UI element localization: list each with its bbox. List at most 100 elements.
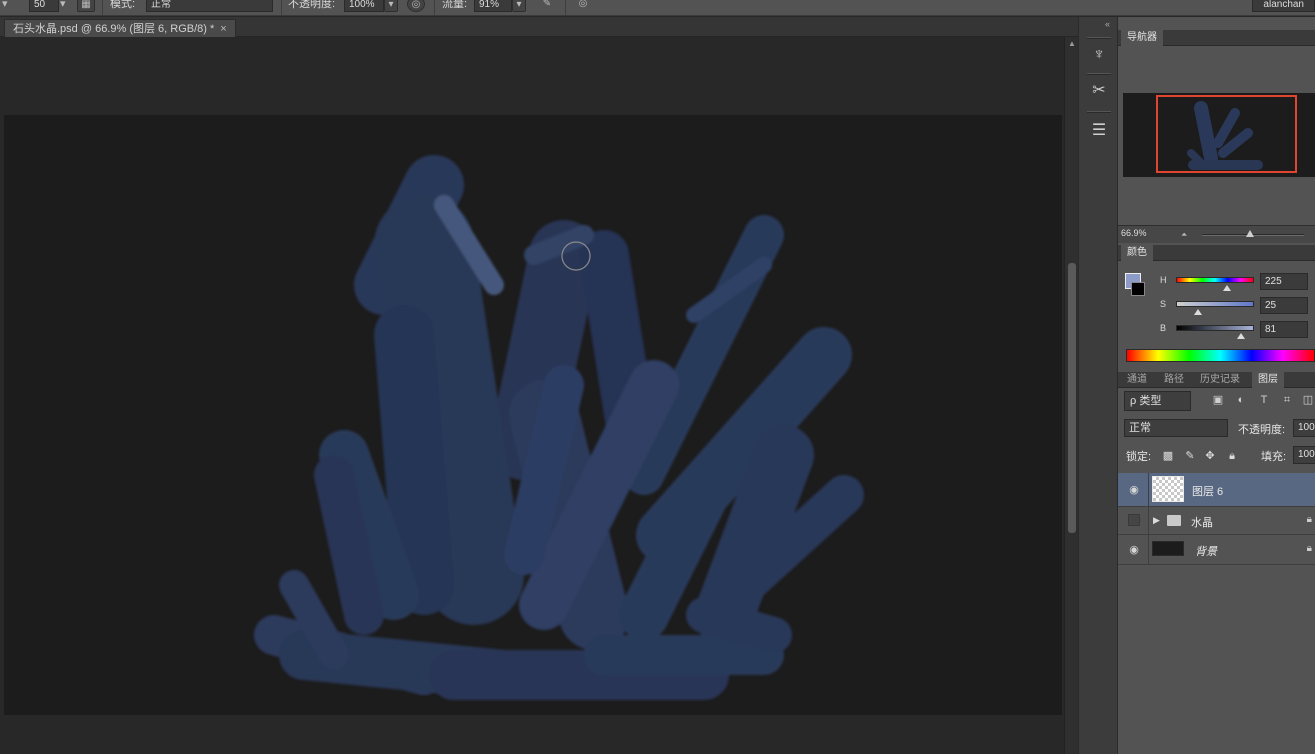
hue-slider-row: H 225 bbox=[1156, 273, 1315, 293]
partial-lock-icon: 🔒︎ bbox=[1306, 514, 1312, 525]
layer-divider bbox=[1148, 535, 1149, 564]
folder-icon bbox=[1167, 515, 1181, 526]
flow-label: 流量: bbox=[442, 0, 468, 10]
layer-thumbnail bbox=[1152, 541, 1184, 556]
document-canvas[interactable] bbox=[4, 115, 1062, 715]
hue-label: H bbox=[1160, 275, 1167, 285]
panel-dock-icons: « ♆ ✂ ☰ bbox=[1078, 17, 1118, 754]
flow-dropdown-icon[interactable]: ▾ bbox=[512, 0, 526, 12]
tab-paths[interactable]: 路径 bbox=[1158, 372, 1190, 388]
pressure-opacity-icon[interactable]: ◎ bbox=[407, 0, 425, 12]
pressure-size-icon[interactable]: ◎ bbox=[574, 0, 592, 12]
navigator-zoom-row: 66.9% ⏶ bbox=[1118, 225, 1315, 243]
canvas-area[interactable] bbox=[0, 37, 1064, 754]
expand-arrow-icon[interactable]: ▶ bbox=[1153, 515, 1160, 526]
options-bar: ▾ 50 ▾ ▦ 模式: 正常 不透明度: 100% ▾ ◎ 流量: 91% ▾… bbox=[0, 0, 1315, 16]
layer-row-crystal-group[interactable]: ▶ 水晶 🔒︎ bbox=[1118, 507, 1315, 535]
layer-row-layer6[interactable]: ◉ 图层 6 bbox=[1118, 473, 1315, 507]
brush-panel-icon[interactable]: ▦ bbox=[77, 0, 95, 12]
saturation-slider-row: S 25 bbox=[1156, 297, 1315, 317]
navigator-view-frame[interactable] bbox=[1156, 95, 1297, 173]
tool-preset-arrow-icon[interactable]: ▾ bbox=[2, 0, 8, 12]
collapse-panels-icon[interactable]: « bbox=[1105, 19, 1110, 29]
saturation-label: S bbox=[1160, 299, 1167, 309]
layer-divider bbox=[1148, 507, 1149, 534]
image-filter-icon[interactable]: ▣ bbox=[1211, 393, 1225, 407]
mode-label: 模式: bbox=[110, 0, 136, 10]
tab-navigator[interactable]: 导航器 bbox=[1121, 30, 1163, 46]
scroll-thumb[interactable] bbox=[1068, 263, 1076, 533]
lock-transparency-icon[interactable]: ▩ bbox=[1161, 449, 1175, 463]
zoom-value[interactable]: 66.9% bbox=[1121, 228, 1147, 238]
layer-thumbnail bbox=[1152, 476, 1184, 502]
visibility-toggle-empty[interactable] bbox=[1128, 514, 1140, 526]
document-title: 石头水晶.psd @ 66.9% (图层 6, RGB/8) * bbox=[13, 23, 215, 35]
layer-filter-select[interactable]: ρ 类型 bbox=[1124, 391, 1191, 411]
mode-select[interactable]: 正常 bbox=[146, 0, 273, 12]
fill-field[interactable]: 100% bbox=[1293, 446, 1315, 464]
user-account-badge[interactable]: alanchan bbox=[1252, 0, 1315, 12]
adjustment-filter-icon[interactable]: ◐ bbox=[1234, 393, 1248, 407]
brush-size-dropdown-icon[interactable]: ▾ bbox=[60, 0, 66, 12]
smart-object-filter-icon[interactable]: ◫ bbox=[1301, 393, 1315, 407]
zoom-slider-knob[interactable] bbox=[1246, 230, 1254, 237]
tab-history[interactable]: 历史记录 bbox=[1194, 372, 1246, 388]
saturation-slider[interactable] bbox=[1176, 301, 1254, 307]
layers-panel-header: 通道 路径 历史记录 图层 bbox=[1118, 372, 1315, 388]
close-tab-icon[interactable]: × bbox=[220, 23, 226, 35]
layer-row-background[interactable]: ◉ 背景 🔒︎ bbox=[1118, 535, 1315, 565]
document-tab[interactable]: 石头水晶.psd @ 66.9% (图层 6, RGB/8) * × bbox=[4, 19, 236, 37]
color-panel-header: 颜色 bbox=[1118, 245, 1315, 261]
visibility-eye-icon[interactable]: ◉ bbox=[1127, 543, 1141, 557]
brightness-label: B bbox=[1160, 323, 1167, 333]
color-spectrum-ramp[interactable] bbox=[1126, 349, 1315, 362]
tab-layers[interactable]: 图层 bbox=[1252, 372, 1284, 388]
brightness-slider[interactable] bbox=[1176, 325, 1254, 331]
layer-name: 背景 bbox=[1195, 546, 1217, 558]
zoom-out-icon[interactable]: ⏶ bbox=[1181, 230, 1191, 239]
layer-opacity-field[interactable]: 100% bbox=[1293, 419, 1315, 437]
hue-slider[interactable] bbox=[1176, 277, 1254, 283]
lock-all-icon[interactable]: 🔒︎ bbox=[1225, 449, 1239, 463]
scroll-up-icon[interactable]: ▲ bbox=[1067, 39, 1077, 49]
lock-position-icon[interactable]: ✥ bbox=[1203, 449, 1217, 463]
brightness-knob[interactable] bbox=[1237, 333, 1245, 339]
layer-divider bbox=[1148, 473, 1149, 506]
dock-grip[interactable] bbox=[1087, 37, 1111, 39]
separator bbox=[434, 0, 435, 15]
type-filter-icon[interactable]: T bbox=[1257, 393, 1271, 407]
visibility-eye-icon[interactable]: ◉ bbox=[1127, 483, 1141, 497]
dock-grip[interactable] bbox=[1087, 111, 1111, 113]
lock-label: 锁定: bbox=[1126, 451, 1152, 463]
separator bbox=[565, 0, 566, 15]
saturation-value[interactable]: 25 bbox=[1260, 297, 1308, 314]
brush-size-field[interactable]: 50 bbox=[29, 0, 59, 12]
shape-filter-icon[interactable]: ⌗ bbox=[1280, 393, 1294, 407]
separator bbox=[102, 0, 103, 15]
opacity-field[interactable]: 100% bbox=[344, 0, 384, 12]
background-color-swatch[interactable] bbox=[1131, 282, 1145, 296]
blend-mode-select[interactable]: 正常 bbox=[1124, 419, 1228, 437]
fill-label: 填充: bbox=[1261, 451, 1287, 463]
airbrush-icon[interactable]: ✎ bbox=[538, 0, 556, 12]
hue-knob[interactable] bbox=[1223, 285, 1231, 291]
hue-value[interactable]: 225 bbox=[1260, 273, 1308, 290]
brightness-slider-row: B 81 bbox=[1156, 321, 1315, 341]
navigator-preview[interactable] bbox=[1123, 93, 1315, 177]
vertical-scrollbar[interactable]: ▲ bbox=[1064, 37, 1078, 754]
dock-grip[interactable] bbox=[1087, 73, 1111, 75]
tab-color[interactable]: 颜色 bbox=[1121, 245, 1153, 261]
opacity-dropdown-icon[interactable]: ▾ bbox=[384, 0, 398, 12]
adjustments-icon[interactable]: ☰ bbox=[1087, 119, 1111, 143]
document-tab-bar: 石头水晶.psd @ 66.9% (图层 6, RGB/8) * × bbox=[0, 17, 1078, 37]
tab-channels[interactable]: 通道 bbox=[1121, 372, 1153, 388]
brightness-value[interactable]: 81 bbox=[1260, 321, 1308, 338]
layer-name: 水晶 bbox=[1191, 517, 1213, 529]
brush-tool-icon[interactable]: ♆ bbox=[1087, 43, 1111, 67]
layer-name: 图层 6 bbox=[1192, 486, 1224, 498]
brush-presets-icon[interactable]: ✂ bbox=[1087, 79, 1111, 103]
right-panels: 导航器 66.9% ⏶ 颜色 H 225 S 25 B 81 通道 路径 历史记… bbox=[1118, 17, 1315, 754]
flow-field[interactable]: 91% bbox=[474, 0, 512, 12]
lock-image-icon[interactable]: ✎ bbox=[1183, 449, 1197, 463]
saturation-knob[interactable] bbox=[1194, 309, 1202, 315]
